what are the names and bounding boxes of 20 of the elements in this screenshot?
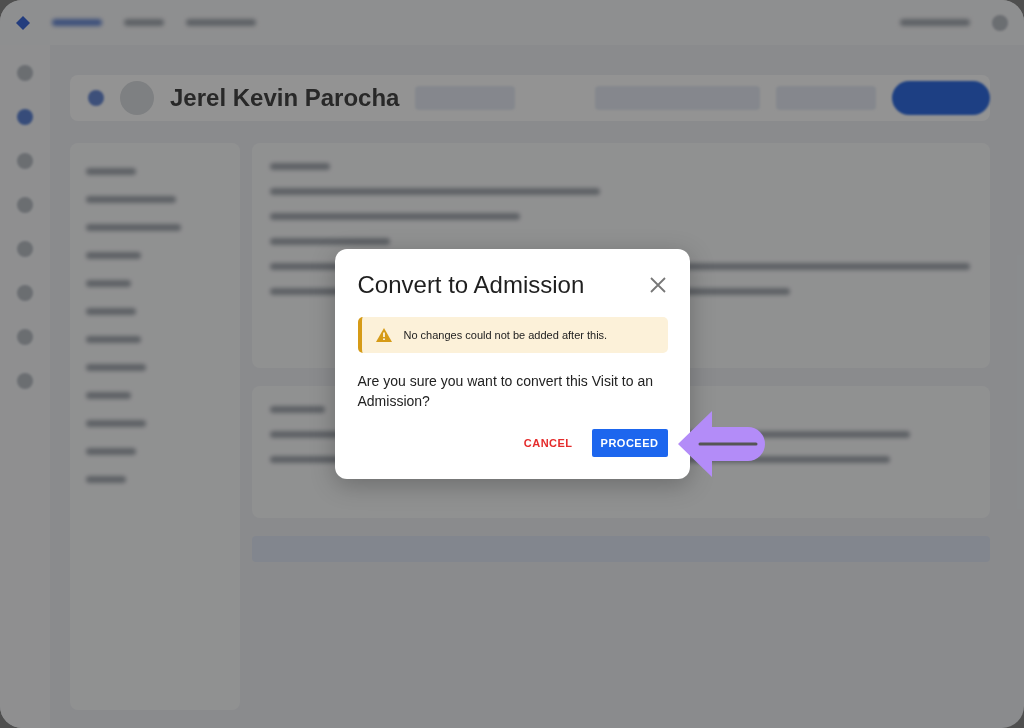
blurred-icon (17, 153, 33, 169)
blurred-icon (992, 14, 1008, 31)
blurred-icon (88, 90, 104, 106)
blurred-icon (17, 373, 33, 389)
blurred-icon (17, 197, 33, 213)
logo-icon (16, 15, 30, 30)
patient-name: Jerel Kevin Parocha (170, 84, 400, 112)
proceed-button[interactable]: PROCEED (591, 429, 668, 457)
blurred-icon (17, 329, 33, 345)
cancel-button[interactable]: CANCEL (514, 429, 582, 457)
blurred-icon (17, 241, 33, 257)
dialog-message: Are you sure you want to convert this Visit to an Admission? (357, 372, 654, 411)
blurred-icon (17, 65, 33, 81)
warning-icon (375, 328, 392, 342)
close-icon (649, 277, 666, 293)
blurred-icon (17, 109, 33, 125)
alert-text: No changes could not be added after this. (403, 329, 608, 341)
close-button[interactable] (647, 275, 668, 295)
dialog-title: Convert to Admission (357, 271, 585, 299)
blurred-icon (17, 285, 33, 301)
